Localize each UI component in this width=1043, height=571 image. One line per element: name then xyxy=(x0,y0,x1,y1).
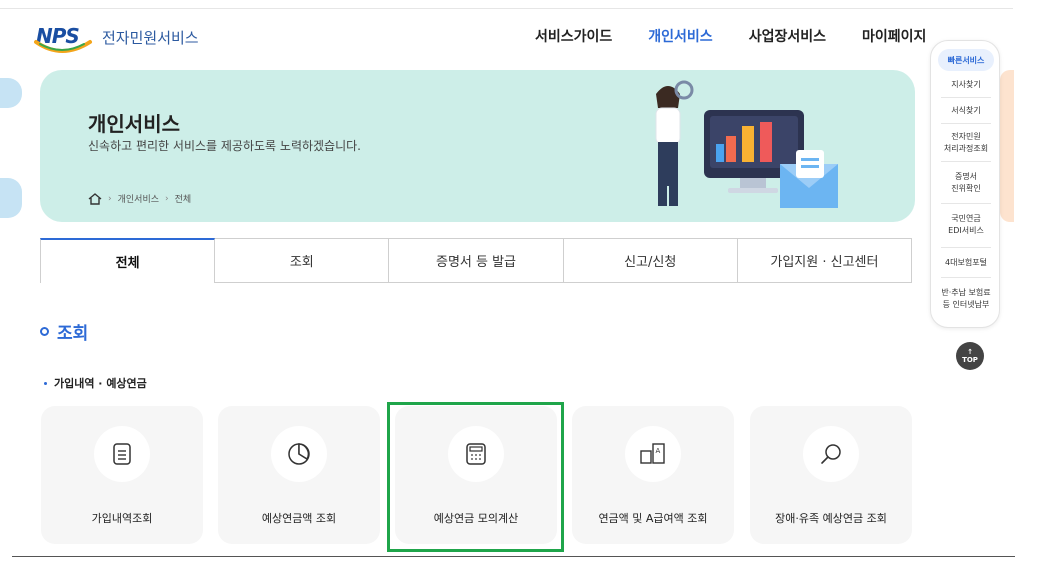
quick-item-insurance-portal[interactable]: 4대보험포털 xyxy=(935,257,997,269)
tab-enrollment-support[interactable]: 가입지원 · 신고센터 xyxy=(737,238,913,283)
breadcrumb-item-all: 전체 xyxy=(174,195,192,205)
card-expected-pension[interactable]: 예상연금액 조회 xyxy=(218,406,380,544)
a-document-icon: A xyxy=(640,443,665,464)
quick-menu: 빠른서비스 지사찾기 서식찾기 전자민원 처리과정조회 증명서 진위확인 국민연… xyxy=(930,40,1000,328)
tab-certificate-issue[interactable]: 증명서 등 발급 xyxy=(389,238,564,283)
card-label: 장애·유족 예상연금 조회 xyxy=(775,512,887,525)
breadcrumb: › 개인서비스 › 전체 xyxy=(88,192,191,205)
card-label: 가입내역조회 xyxy=(91,512,153,525)
nav-service-guide[interactable]: 서비스가이드 xyxy=(535,26,612,46)
banner-left-peek xyxy=(0,78,30,218)
nav-my-page[interactable]: 마이페이지 xyxy=(862,26,926,46)
card-label: 연금액 및 A급여액 조회 xyxy=(598,512,708,525)
card-label: 예상연금액 조회 xyxy=(261,512,337,525)
quick-item-internet-payment[interactable]: 반·추납 보험료 등 인터넷납부 xyxy=(935,287,997,311)
pie-chart-icon xyxy=(288,443,310,465)
scroll-top-button[interactable]: ↑ TOP xyxy=(956,342,984,370)
page-title: 개인서비스 xyxy=(88,112,180,136)
document-list-icon xyxy=(113,443,131,465)
page-subtitle: 신속하고 편리한 서비스를 제공하도록 노력하겠습니다. xyxy=(88,139,361,153)
logo-swoosh-icon xyxy=(34,40,92,53)
svg-text:A: A xyxy=(656,447,661,455)
quick-menu-header: 빠른서비스 xyxy=(938,49,994,71)
arrow-up-icon: ↑ xyxy=(967,348,973,356)
ring-bullet-icon xyxy=(40,327,49,336)
card-label: 예상연금 모의계산 xyxy=(433,512,519,525)
top-label: TOP xyxy=(962,356,978,364)
section-title: 조회 xyxy=(40,319,88,344)
banner-right-peek xyxy=(1000,70,1014,222)
nps-logo[interactable]: NPS 전자민원서비스 xyxy=(34,24,199,58)
section-title-text: 조회 xyxy=(57,324,89,344)
bottom-divider xyxy=(12,556,1015,557)
top-divider xyxy=(0,8,1013,9)
logo-mark: NPS xyxy=(34,24,96,58)
nav-personal-service[interactable]: 개인서비스 xyxy=(648,26,712,46)
banner-illustration xyxy=(655,80,838,208)
quick-item-form-finder[interactable]: 서식찾기 xyxy=(935,105,997,117)
card-disability-survivor[interactable]: 장애·유족 예상연금 조회 xyxy=(750,406,912,544)
breadcrumb-item-personal[interactable]: 개인서비스 xyxy=(118,192,159,205)
quick-item-edi-service[interactable]: 국민연금 EDI서비스 xyxy=(935,213,997,237)
quick-item-certificate-verify[interactable]: 증명서 진위확인 xyxy=(935,171,997,195)
subsection-title: 가입내역 · 예상연금 xyxy=(44,375,147,391)
quick-item-civil-status[interactable]: 전자민원 처리과정조회 xyxy=(935,131,997,155)
subsection-title-text: 가입내역 · 예상연금 xyxy=(54,377,147,390)
dot-bullet-icon xyxy=(44,381,47,385)
tab-inquiry[interactable]: 조회 xyxy=(215,238,390,283)
global-nav: 서비스가이드 개인서비스 사업장서비스 마이페이지 xyxy=(535,26,926,46)
card-pension-a-benefit[interactable]: A 연금액 및 A급여액 조회 xyxy=(572,406,734,544)
logo-text: 전자민원서비스 xyxy=(102,28,199,47)
nav-business-service[interactable]: 사업장서비스 xyxy=(749,26,826,46)
tab-all[interactable]: 전체 xyxy=(40,238,216,283)
card-enrollment-history[interactable]: 가입내역조회 xyxy=(41,406,203,544)
category-tabs: 전체 조회 증명서 등 발급 신고/신청 가입지원 · 신고센터 xyxy=(40,238,913,283)
calculator-icon xyxy=(466,443,486,465)
quick-item-branch-finder[interactable]: 지사찾기 xyxy=(935,79,997,91)
magnifier-icon xyxy=(821,444,841,464)
card-pension-simulation[interactable]: 예상연금 모의계산 xyxy=(395,406,557,544)
tab-report-apply[interactable]: 신고/신청 xyxy=(563,238,738,283)
home-icon[interactable] xyxy=(88,192,102,205)
